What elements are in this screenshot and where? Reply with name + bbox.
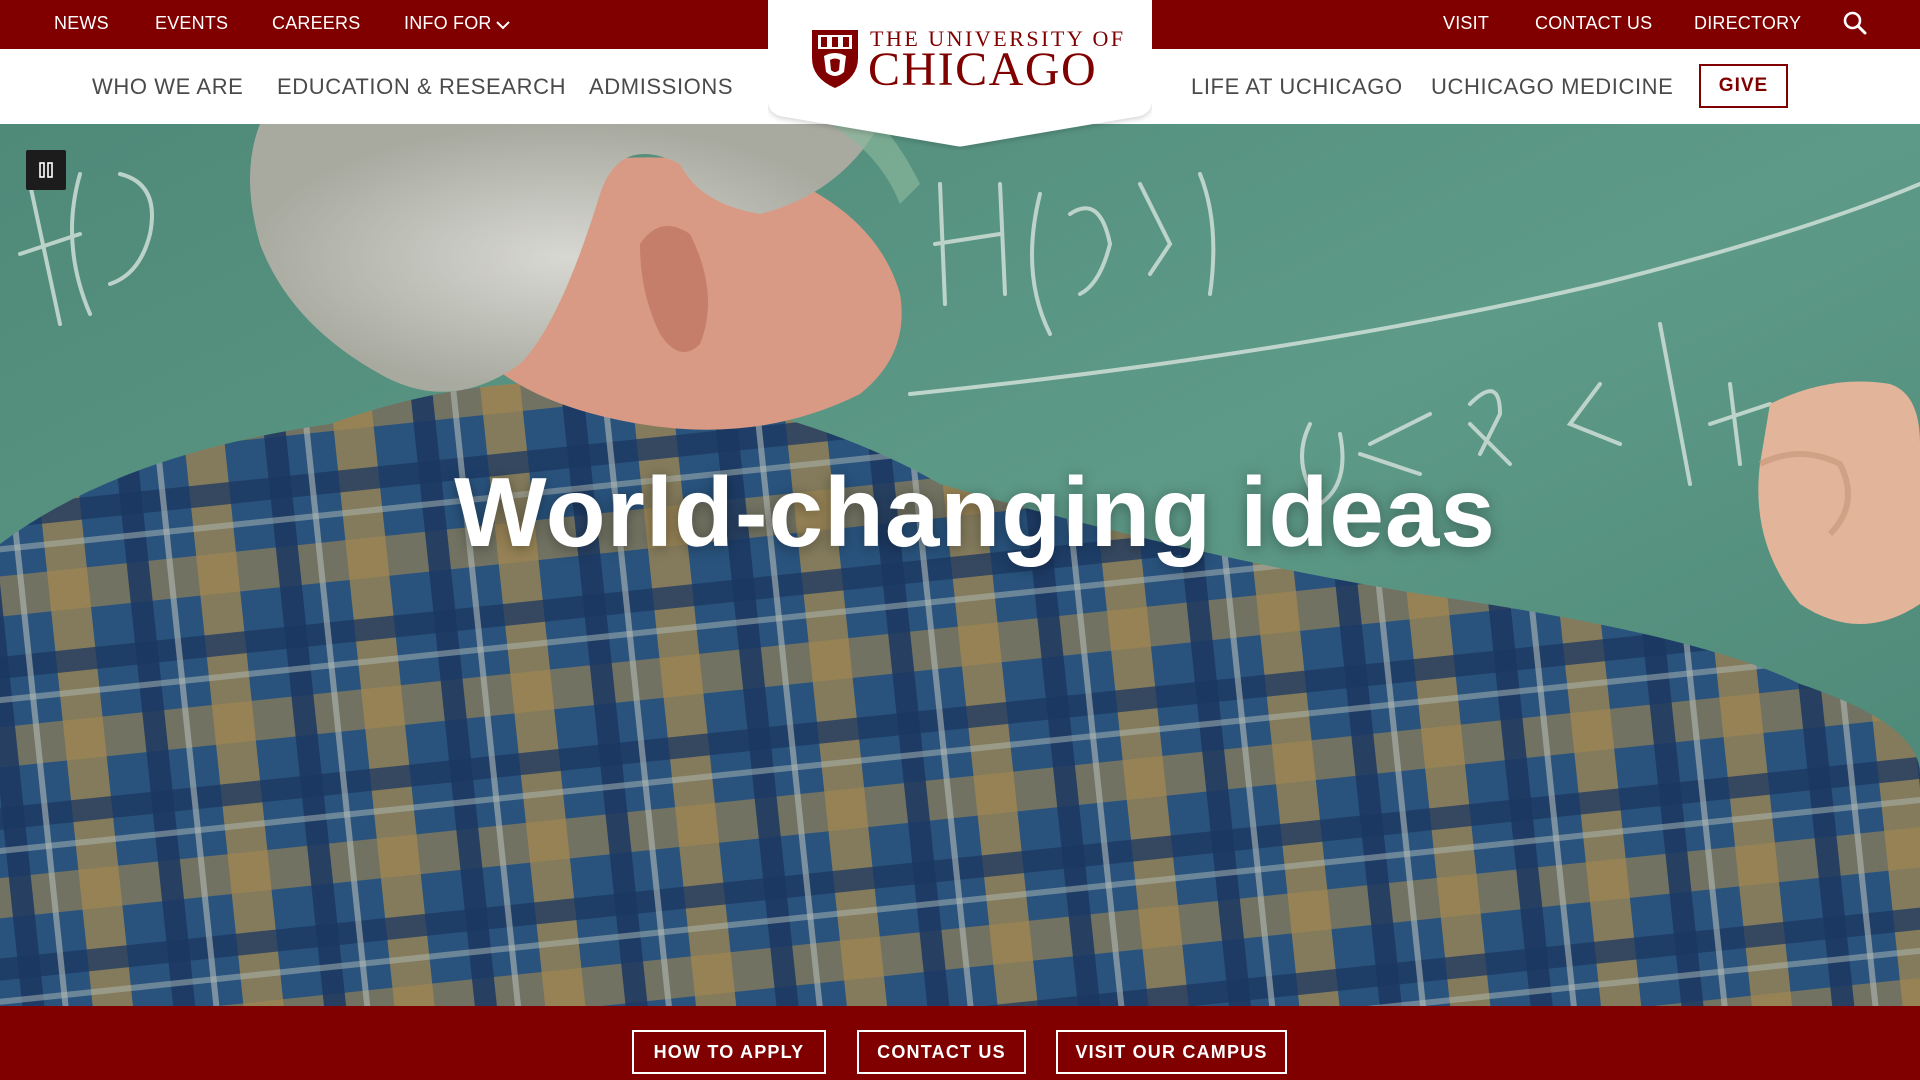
nav-education-research[interactable]: EDUCATION & RESEARCH bbox=[277, 49, 566, 124]
shield-icon bbox=[810, 28, 860, 90]
contact-us-button[interactable]: CONTACT US bbox=[857, 1030, 1026, 1074]
nav-who-we-are[interactable]: WHO WE ARE bbox=[92, 49, 243, 124]
cta-bar: HOW TO APPLY CONTACT US VISIT OUR CAMPUS bbox=[0, 1006, 1920, 1080]
give-button[interactable]: GIVE bbox=[1699, 64, 1788, 108]
pause-button[interactable] bbox=[26, 150, 66, 190]
careers-link[interactable]: CAREERS bbox=[272, 0, 360, 46]
pause-icon bbox=[39, 162, 53, 178]
hero-banner: World-changing ideas bbox=[0, 124, 1920, 1006]
how-to-apply-button[interactable]: HOW TO APPLY bbox=[632, 1030, 826, 1074]
info-for-label: INFO FOR bbox=[404, 13, 492, 33]
contact-us-link[interactable]: CONTACT US bbox=[1535, 0, 1652, 46]
events-link[interactable]: EVENTS bbox=[155, 0, 228, 46]
hero-title: World-changing ideas bbox=[454, 457, 1496, 567]
page: NEWS EVENTS CAREERS INFO FOR VISIT CONTA… bbox=[0, 0, 1920, 1080]
news-link[interactable]: NEWS bbox=[54, 0, 109, 46]
logo-text-line2: CHICAGO bbox=[868, 43, 1098, 96]
visit-our-campus-button[interactable]: VISIT OUR CAMPUS bbox=[1056, 1030, 1287, 1074]
nav-life-at-uchicago[interactable]: LIFE AT UCHICAGO bbox=[1191, 49, 1403, 124]
university-logo[interactable]: THE UNIVERSITY OF CHICAGO bbox=[768, 0, 1152, 150]
chevron-down-icon bbox=[495, 1, 510, 47]
visit-link[interactable]: VISIT bbox=[1443, 0, 1489, 46]
search-icon[interactable] bbox=[1842, 10, 1868, 36]
nav-uchicago-medicine[interactable]: UCHICAGO MEDICINE bbox=[1431, 49, 1673, 124]
nav-admissions[interactable]: ADMISSIONS bbox=[589, 49, 733, 124]
info-for-dropdown[interactable]: INFO FOR bbox=[404, 0, 510, 46]
directory-link[interactable]: DIRECTORY bbox=[1694, 0, 1801, 46]
